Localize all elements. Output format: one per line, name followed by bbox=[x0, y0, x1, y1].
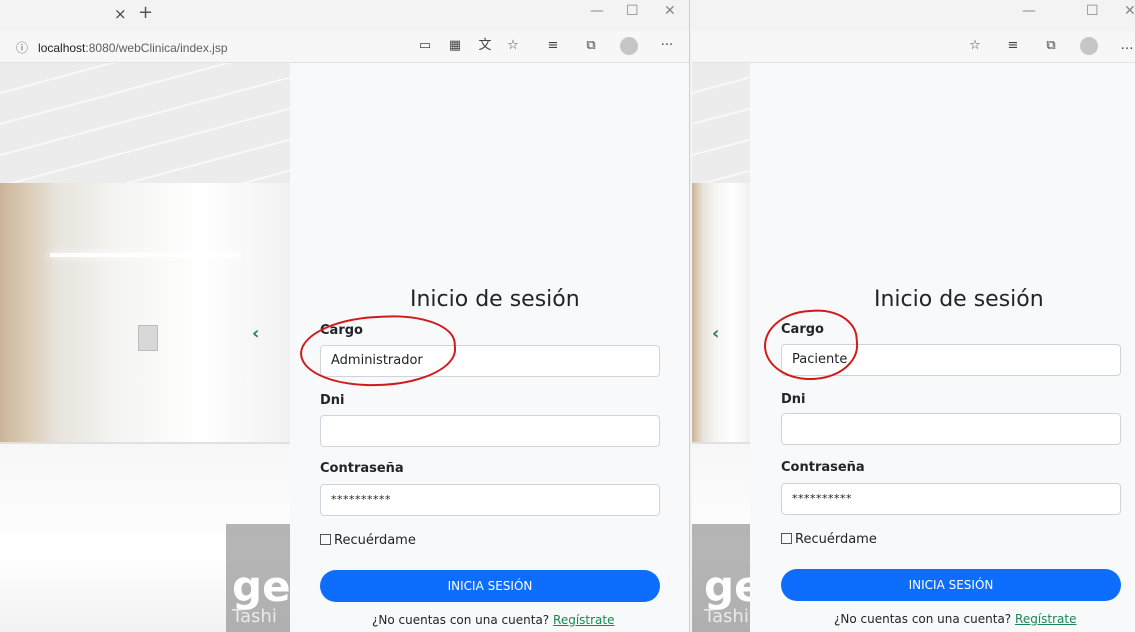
favorites-list-icon[interactable]: ≡ bbox=[1004, 37, 1022, 55]
remember-me[interactable]: Recuérdame bbox=[320, 533, 416, 548]
watermark-big-text: get bbox=[232, 562, 290, 611]
address-toolbar: ⓘ localhost:8080/webClinica/index.jsp ▭ … bbox=[0, 31, 689, 63]
watermark: get Tashi bbox=[692, 524, 750, 632]
profile-avatar[interactable] bbox=[1080, 37, 1098, 55]
register-prompt-text: ¿No cuentas con una cuenta? bbox=[372, 613, 550, 627]
register-prompt: ¿No cuentas con una cuenta? Regístrate bbox=[834, 612, 1076, 626]
minimize-icon[interactable]: — bbox=[1022, 3, 1036, 19]
watermark-small-text: Tashi bbox=[232, 606, 277, 627]
watermark-small-text: Tashi bbox=[704, 606, 749, 627]
url-path: :8080/webClinica/index.jsp bbox=[85, 41, 228, 55]
login-button[interactable]: INICIA SESIÓN bbox=[320, 570, 660, 602]
favorite-icon[interactable]: ☆ bbox=[966, 37, 984, 55]
password-label: Contraseña bbox=[781, 460, 865, 475]
site-info-icon[interactable]: ⓘ bbox=[16, 41, 28, 55]
read-aloud-icon[interactable]: ▭ bbox=[416, 37, 434, 55]
carousel-prev-icon[interactable]: ‹ bbox=[252, 323, 259, 344]
ceiling bbox=[692, 63, 750, 183]
dni-label: Dni bbox=[781, 392, 806, 407]
watermark-big-text: get bbox=[704, 562, 750, 611]
ceiling-lamp bbox=[50, 253, 240, 257]
password-input[interactable]: ********** bbox=[320, 484, 660, 516]
dni-input[interactable] bbox=[320, 415, 660, 447]
tab-bar: × + — ☐ ✕ bbox=[0, 0, 689, 31]
favorites-list-icon[interactable]: ≡ bbox=[544, 37, 562, 55]
watermark: get Tashi bbox=[226, 524, 290, 632]
login-title: Inicio de sesión bbox=[874, 287, 1044, 312]
browser-window-right: — ☐ ✕ ☆ ≡ ⧉ … ‹ get Tashi Inicio de sesi… bbox=[692, 0, 1135, 632]
tab-bar: — ☐ ✕ bbox=[692, 0, 1135, 31]
password-label: Contraseña bbox=[320, 461, 404, 476]
translate-icon[interactable]: 文 bbox=[476, 37, 494, 55]
address-toolbar: ☆ ≡ ⧉ … bbox=[692, 31, 1135, 63]
collections-icon[interactable]: ⧉ bbox=[1042, 37, 1060, 55]
password-input[interactable]: ********** bbox=[781, 483, 1121, 515]
browser-window-left: × + — ☐ ✕ ⓘ localhost:8080/webClinica/in… bbox=[0, 0, 690, 632]
carousel-prev-icon[interactable]: ‹ bbox=[712, 323, 719, 344]
qr-code-icon[interactable]: ▦ bbox=[446, 37, 464, 55]
close-window-icon[interactable]: ✕ bbox=[664, 3, 676, 19]
more-icon[interactable]: ··· bbox=[658, 37, 676, 55]
more-icon[interactable]: … bbox=[1118, 37, 1135, 55]
register-prompt: ¿No cuentas con una cuenta? Regístrate bbox=[372, 613, 614, 627]
register-link[interactable]: Regístrate bbox=[553, 613, 614, 627]
profile-avatar[interactable] bbox=[620, 37, 638, 55]
minimize-icon[interactable]: — bbox=[590, 3, 604, 19]
close-window-icon[interactable]: ✕ bbox=[1124, 3, 1135, 19]
new-tab-icon[interactable]: + bbox=[138, 2, 153, 23]
remember-checkbox[interactable] bbox=[781, 533, 792, 544]
remember-checkbox[interactable] bbox=[320, 534, 331, 545]
close-tab-icon[interactable]: × bbox=[114, 5, 127, 23]
collections-icon[interactable]: ⧉ bbox=[582, 37, 600, 55]
ceiling bbox=[0, 63, 290, 183]
maximize-icon[interactable]: ☐ bbox=[1086, 3, 1099, 19]
url-host: localhost bbox=[38, 41, 86, 55]
register-prompt-text: ¿No cuentas con una cuenta? bbox=[834, 612, 1012, 626]
background-photo: ‹ get Tashi bbox=[692, 63, 750, 632]
favorite-icon[interactable]: ☆ bbox=[504, 37, 522, 55]
login-title: Inicio de sesión bbox=[410, 287, 580, 312]
remember-label: Recuérdame bbox=[795, 532, 877, 547]
dni-input[interactable] bbox=[781, 413, 1121, 445]
wall-monitor bbox=[138, 325, 158, 351]
login-button[interactable]: INICIA SESIÓN bbox=[781, 569, 1121, 601]
address-bar[interactable]: ⓘ localhost:8080/webClinica/index.jsp bbox=[16, 39, 228, 56]
background-photo: ‹ get Tashi bbox=[0, 63, 290, 632]
register-link[interactable]: Regístrate bbox=[1015, 612, 1076, 626]
remember-me[interactable]: Recuérdame bbox=[781, 532, 877, 547]
dni-label: Dni bbox=[320, 393, 345, 408]
remember-label: Recuérdame bbox=[334, 533, 416, 548]
maximize-icon[interactable]: ☐ bbox=[626, 3, 639, 19]
